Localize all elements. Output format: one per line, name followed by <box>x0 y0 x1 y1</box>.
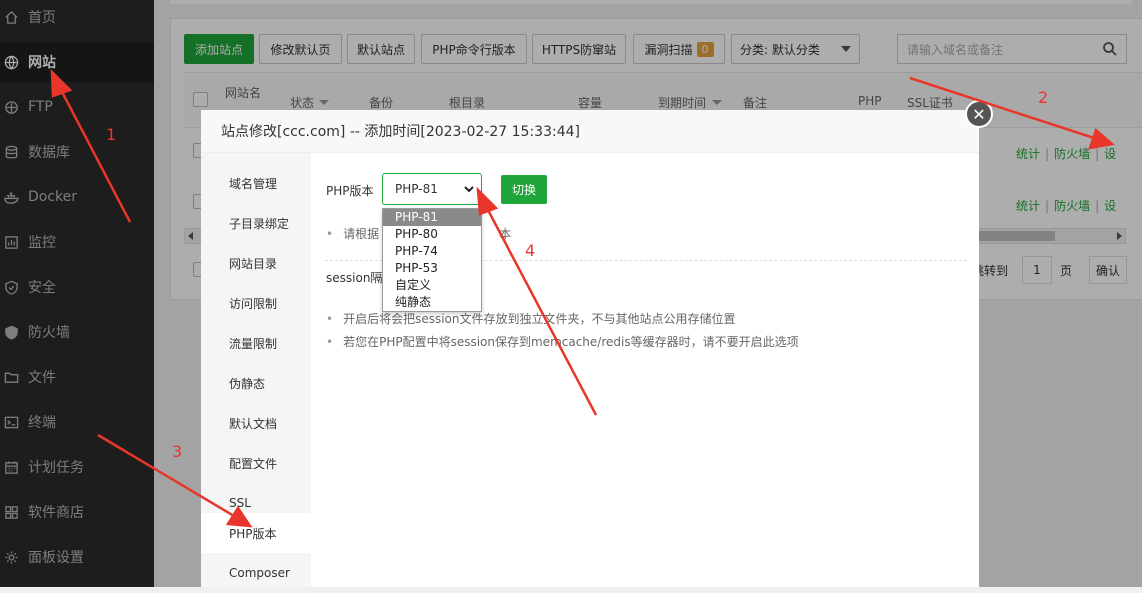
php-option[interactable]: PHP-53 <box>383 260 481 277</box>
php-option[interactable]: PHP-81 <box>383 209 481 226</box>
nav-composer[interactable]: Composer <box>201 553 311 593</box>
site-edit-modal: 站点修改[ccc.com] -- 添加时间[2023-02-27 15:33:4… <box>201 110 979 587</box>
php-version-label: PHP版本 <box>326 184 374 198</box>
nav-domain-management[interactable]: 域名管理 <box>201 163 311 203</box>
nav-default-document[interactable]: 默认文档 <box>201 403 311 443</box>
nav-subdirectory-binding[interactable]: 子目录绑定 <box>201 203 311 243</box>
nav-site-directory[interactable]: 网站目录 <box>201 243 311 283</box>
close-modal-button[interactable]: ✕ <box>965 100 993 128</box>
php-selected-value: PHP-81 <box>395 182 438 196</box>
tip-text-start: 请根据 <box>343 227 380 241</box>
chevron-down-icon <box>463 183 475 198</box>
tip-text-end: 本 <box>499 227 512 241</box>
annotation-label-4: 4 <box>525 241 536 260</box>
tip-session-cache: 若您在PHP配置中将session保存到memcache/redis等缓存器时，… <box>326 333 799 350</box>
modal-title: 站点修改[ccc.com] -- 添加时间[2023-02-27 15:33:4… <box>201 110 979 153</box>
annotation-label-2: 2 <box>1038 88 1049 107</box>
modal-nav: 域名管理 子目录绑定 网站目录 访问限制 流量限制 伪静态 默认文档 配置文件 … <box>201 153 311 587</box>
php-version-select[interactable]: PHP-81 <box>382 173 482 205</box>
tip-session-isolation: 开启后将会把session文件存放到独立文件夹，不与其他站点公用存储位置 <box>326 310 735 327</box>
nav-config-file[interactable]: 配置文件 <box>201 443 311 483</box>
php-option[interactable]: 纯静态 <box>383 294 481 311</box>
php-version-dropdown[interactable]: PHP-81 PHP-80 PHP-74 PHP-53 自定义 纯静态 <box>382 208 482 312</box>
php-option[interactable]: 自定义 <box>383 277 481 294</box>
close-icon: ✕ <box>972 104 986 124</box>
php-option[interactable]: PHP-74 <box>383 243 481 260</box>
nav-traffic-limit[interactable]: 流量限制 <box>201 323 311 363</box>
annotation-label-1: 1 <box>106 125 117 144</box>
annotation-label-3: 3 <box>172 442 183 461</box>
nav-access-restriction[interactable]: 访问限制 <box>201 283 311 323</box>
php-option[interactable]: PHP-80 <box>383 226 481 243</box>
nav-php-version[interactable]: PHP版本 <box>201 513 311 553</box>
switch-php-button[interactable]: 切换 <box>501 175 547 204</box>
nav-rewrite[interactable]: 伪静态 <box>201 363 311 403</box>
